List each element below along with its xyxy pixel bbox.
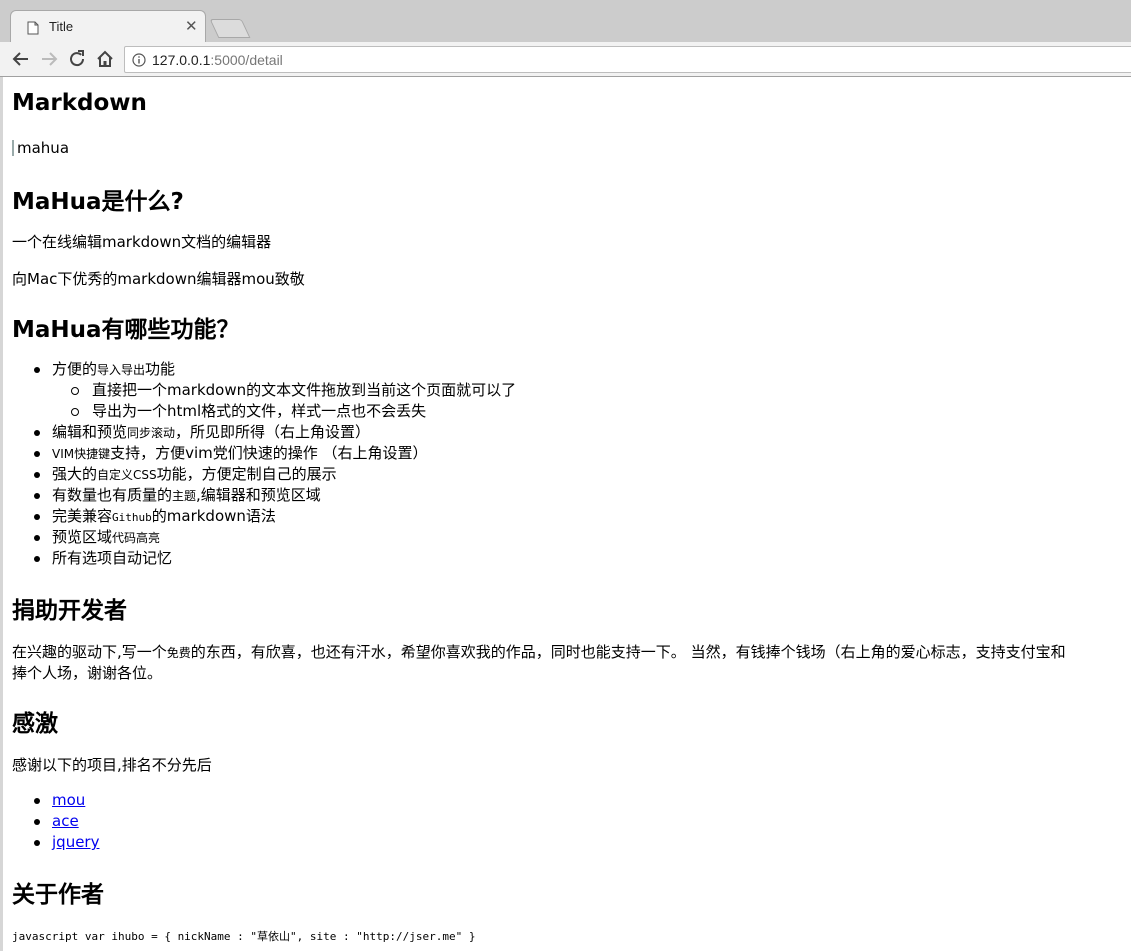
list-item: 方便的导入导出功能 — [12, 359, 516, 380]
tab-close-icon[interactable]: ✕ — [185, 17, 198, 35]
text: 的东西，有欣喜，也还有汗水，希望你喜欢我的作品，同时也能支持一下。 当然，有钱捧… — [190, 643, 1066, 661]
heading-thanks: 感激 — [12, 711, 58, 737]
link-jquery[interactable]: jquery — [52, 833, 99, 851]
back-icon[interactable] — [11, 49, 31, 69]
list-item: 完美兼容Github的markdown语法 — [12, 506, 516, 527]
tab-title: Title — [49, 19, 74, 34]
text: 预览区域 — [52, 528, 113, 546]
paragraph-what-2: 向Mac下优秀的markdown编辑器mou致敬 — [12, 270, 305, 288]
url-host: 127.0.0.1 — [152, 52, 211, 68]
text: ，所见即所得（右上角设置） — [175, 423, 371, 441]
text: 功能，方便定制自己的展示 — [156, 465, 337, 483]
home-icon[interactable] — [95, 49, 115, 69]
text: 支持，方便vim党们快速的操作 （右上角设置） — [110, 444, 428, 462]
list-item: 强大的自定义CSS功能，方便定制自己的展示 — [12, 464, 516, 485]
text: 完美兼容 — [52, 507, 113, 525]
list-item: 有数量也有质量的主题,编辑器和预览区域 — [12, 485, 516, 506]
text: 导入导出 — [97, 363, 146, 377]
browser-toolbar: 127.0.0.1:5000/detail — [0, 42, 1131, 77]
new-tab-button[interactable] — [209, 19, 251, 38]
paragraph-donate-line2: 捧个人场，谢谢各位。 — [12, 664, 163, 682]
text: VIM快捷键 — [52, 447, 111, 461]
text: 的markdown语法 — [151, 507, 276, 525]
text: 代码高亮 — [112, 531, 161, 545]
text: ,编辑器和预览区域 — [196, 486, 321, 504]
link-ace[interactable]: ace — [52, 812, 79, 830]
text: 自定义CSS — [97, 468, 157, 482]
list-item: jquery — [12, 832, 99, 853]
text: 方便的 — [52, 360, 98, 378]
list-item: 导出为一个html格式的文件，样式一点也不会丢失 — [12, 401, 516, 422]
list-item: 预览区域代码高亮 — [12, 527, 516, 548]
browser-tab[interactable]: Title ✕ — [10, 10, 206, 42]
url-text: 127.0.0.1:5000/detail — [152, 52, 283, 68]
paragraph-donate: 在兴趣的驱动下,写一个免费的东西，有欣喜，也还有汗水，希望你喜欢我的作品，同时也… — [12, 641, 1066, 662]
heading-features: MaHua有哪些功能？ — [12, 317, 240, 343]
text: 编辑和预览 — [52, 423, 128, 441]
link-mou[interactable]: mou — [52, 791, 85, 809]
heading-donate: 捐助开发者 — [12, 598, 127, 624]
list-item: VIM快捷键支持，方便vim党们快速的操作 （右上角设置） — [12, 443, 516, 464]
text: Github — [112, 511, 152, 524]
heading-author: 关于作者 — [12, 882, 104, 908]
window-edge — [0, 77, 3, 951]
list-item: 编辑和预览同步滚动，所见即所得（右上角设置） — [12, 422, 516, 443]
image-alt-text: mahua — [17, 139, 70, 157]
broken-image: mahua — [12, 139, 69, 160]
heading-markdown: Markdown — [12, 90, 147, 116]
text: 功能 — [145, 360, 176, 378]
address-bar[interactable]: 127.0.0.1:5000/detail — [124, 46, 1131, 73]
thanks-links: mou ace jquery — [12, 790, 99, 853]
broken-image-icon — [12, 140, 14, 156]
text: 强大的 — [52, 465, 98, 483]
reload-icon[interactable] — [67, 49, 87, 69]
list-item: ace — [12, 811, 99, 832]
paragraph-thanks: 感谢以下的项目,排名不分先后 — [12, 756, 212, 774]
heading-what: MaHua是什么? — [12, 189, 184, 215]
text: 有数量也有质量的 — [52, 486, 173, 504]
code-line: javascript var ihubo = { nickName : "草依山… — [12, 930, 476, 943]
features-list: 方便的导入导出功能 直接把一个markdown的文本文件拖放到当前这个页面就可以… — [12, 359, 516, 569]
page-icon — [27, 20, 39, 35]
paragraph-what-1: 一个在线编辑markdown文档的编辑器 — [12, 233, 272, 251]
text: 主题 — [172, 489, 197, 503]
text: 同步滚动 — [127, 426, 176, 440]
tab-strip: Title ✕ — [0, 0, 1131, 42]
site-info-icon[interactable] — [132, 52, 146, 67]
list-item: 直接把一个markdown的文本文件拖放到当前这个页面就可以了 — [12, 380, 516, 401]
text: 免费 — [166, 646, 191, 660]
list-item: mou — [12, 790, 99, 811]
forward-icon[interactable] — [39, 49, 59, 69]
text: 在兴趣的驱动下,写一个 — [12, 643, 167, 661]
list-item: 所有选项自动记忆 — [12, 548, 516, 569]
url-path: :5000/detail — [210, 52, 283, 68]
